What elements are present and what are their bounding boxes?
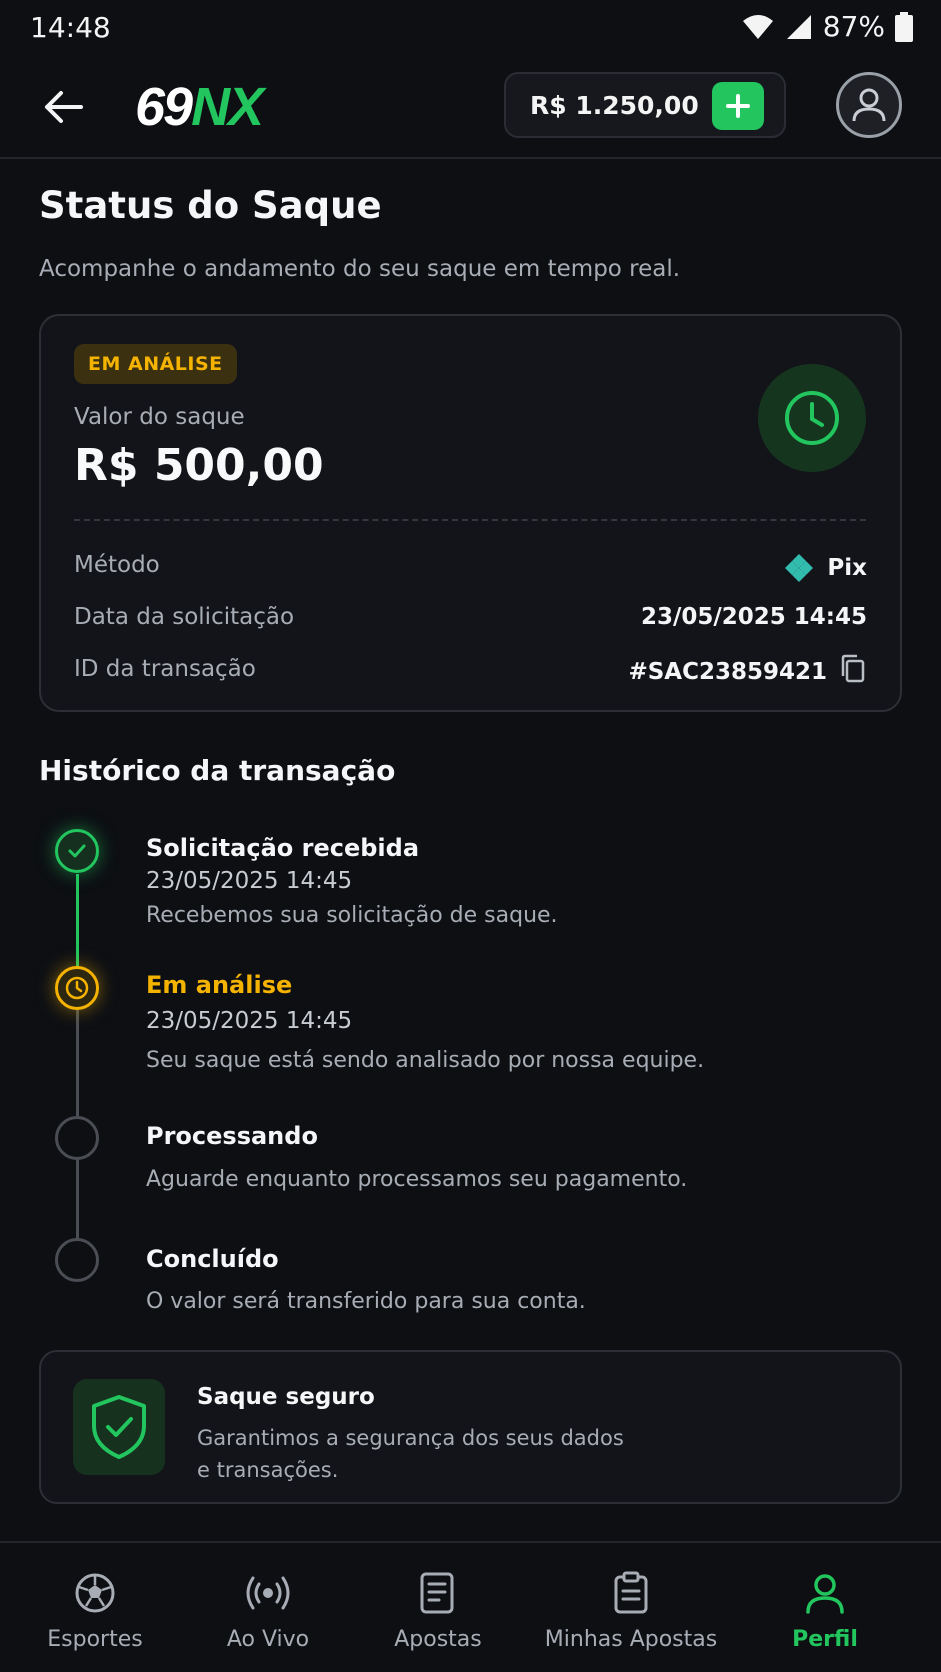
- user-icon: [852, 88, 886, 122]
- step-description: Seu saque está sendo analisado por nossa…: [146, 1048, 705, 1073]
- secure-title: Saque seguro: [197, 1384, 375, 1410]
- method-name: Pix: [827, 555, 867, 581]
- clock-icon: [65, 976, 89, 1000]
- transaction-id-label: ID da transação: [74, 656, 256, 682]
- logo-number: 69: [135, 77, 193, 137]
- amount-value: R$ 500,00: [74, 440, 324, 491]
- back-button[interactable]: [38, 82, 88, 132]
- request-date-label: Data da solicitação: [74, 604, 295, 630]
- step-description: Recebemos sua solicitação de saque.: [146, 903, 558, 928]
- nav-label: Perfil: [792, 1627, 858, 1652]
- nav-label: Apostas: [394, 1627, 482, 1652]
- arrow-left-icon: [45, 91, 83, 123]
- clipboard-icon: [611, 1569, 651, 1617]
- step-title: Processando: [146, 1122, 318, 1150]
- wifi-icon: [742, 14, 773, 39]
- balance-amount: R$ 1.250,00: [530, 90, 699, 120]
- step-pending-indicator: [55, 1116, 99, 1160]
- step-description: O valor será transferido para sua conta.: [146, 1289, 586, 1314]
- step-title: Em análise: [146, 971, 293, 999]
- signal-icon: [786, 14, 811, 39]
- plus-icon: [726, 94, 750, 118]
- nav-label: Ao Vivo: [226, 1627, 310, 1652]
- clock-icon: [785, 391, 839, 445]
- add-funds-button[interactable]: [712, 82, 764, 130]
- logo-letters: NX: [191, 77, 264, 137]
- status-icons: 87%: [741, 10, 913, 43]
- method-label: Método: [74, 552, 160, 578]
- shield-badge: [73, 1379, 165, 1475]
- nav-item-ao-vivo[interactable]: Ao Vivo: [218, 1543, 318, 1672]
- withdrawal-summary-card: EM ANÁLISE Valor do saque R$ 500,00 Méto…: [39, 314, 902, 712]
- copy-id-button[interactable]: [839, 654, 867, 690]
- transaction-id-value: #SAC23859421: [628, 659, 827, 685]
- timeline-connector: [76, 1010, 79, 1116]
- status-time: 14:48: [30, 11, 111, 44]
- check-icon: [68, 844, 86, 858]
- step-title: Solicitação recebida: [146, 834, 420, 862]
- battery-icon: [895, 11, 913, 42]
- app-header: 69NX R$ 1.250,00: [0, 56, 941, 159]
- method-value: Pix: [783, 552, 867, 584]
- nav-item-perfil[interactable]: Perfil: [775, 1543, 875, 1672]
- profile-avatar-button[interactable]: [836, 72, 902, 138]
- nav-label: Esportes: [47, 1627, 143, 1652]
- step-description: Aguarde enquanto processamos seu pagamen…: [146, 1167, 688, 1192]
- bet-slip-icon: [418, 1569, 458, 1617]
- nav-label: Minhas Apostas: [544, 1627, 718, 1652]
- status-badge: EM ANÁLISE: [74, 344, 237, 384]
- timeline-connector-done: [76, 874, 79, 974]
- step-title: Concluído: [146, 1245, 279, 1273]
- nav-item-esportes[interactable]: Esportes: [45, 1543, 145, 1672]
- page-subtitle: Acompanhe o andamento do seu saque em te…: [39, 256, 681, 282]
- live-broadcast-icon: [244, 1569, 292, 1617]
- bottom-navigation: Esportes Ao Vivo Apostas Minhas Apostas …: [0, 1541, 941, 1672]
- nav-item-minhas-apostas[interactable]: Minhas Apostas: [545, 1543, 717, 1672]
- step-date: 23/05/2025 14:45: [146, 868, 353, 894]
- battery-percent: 87%: [822, 10, 885, 43]
- copy-icon: [841, 654, 865, 683]
- history-title: Histórico da transação: [39, 754, 396, 787]
- balance-display[interactable]: R$ 1.250,00: [504, 72, 786, 138]
- transaction-id-row: #SAC23859421: [628, 654, 867, 690]
- pix-icon: [785, 554, 814, 582]
- request-date-value: 23/05/2025 14:45: [640, 604, 867, 630]
- pending-status-indicator: [758, 364, 866, 472]
- secure-withdrawal-card: Saque seguro Garantimos a segurança dos …: [39, 1350, 902, 1504]
- secure-description-line: Garantimos a segurança dos seus dados: [197, 1426, 624, 1450]
- shield-check-icon: [92, 1395, 146, 1459]
- user-icon: [803, 1569, 847, 1617]
- page-title: Status do Saque: [39, 184, 382, 227]
- step-date: 23/05/2025 14:45: [146, 1008, 353, 1034]
- nav-item-apostas[interactable]: Apostas: [388, 1543, 488, 1672]
- secure-description: Garantimos a segurança dos seus dados e …: [197, 1422, 637, 1486]
- step-pending-indicator: [55, 1238, 99, 1282]
- soccer-ball-icon: [73, 1569, 117, 1617]
- amount-label: Valor do saque: [74, 404, 245, 430]
- step-current-indicator: [55, 966, 99, 1010]
- secure-description-line: e transações.: [197, 1458, 339, 1482]
- status-bar: 14:48 87%: [0, 0, 941, 54]
- card-divider: [74, 519, 866, 521]
- brand-logo[interactable]: 69NX: [135, 76, 264, 138]
- step-done-indicator: [55, 829, 99, 873]
